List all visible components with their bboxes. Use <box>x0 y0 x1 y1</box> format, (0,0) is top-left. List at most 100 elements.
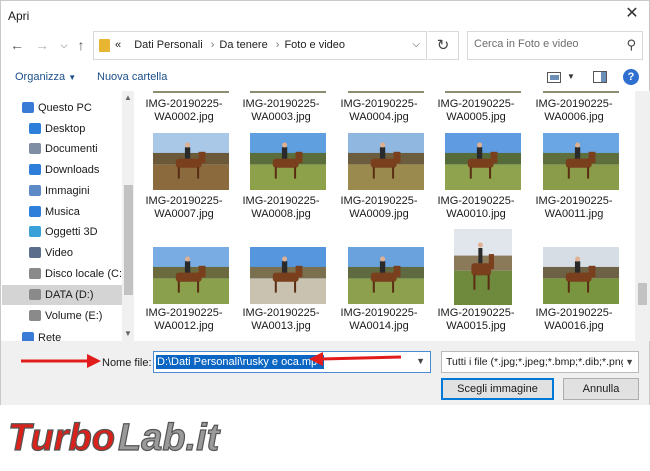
open-image-button[interactable]: Scegli immagine <box>441 378 554 400</box>
refresh-icon[interactable]: ↻ <box>428 31 459 60</box>
turbolab-watermark-logo: Turbo Lab.it <box>8 416 221 459</box>
file-name-line: IMG-20190225- <box>145 195 223 207</box>
file-name-line: IMG-20190225- <box>535 307 613 319</box>
file-name-line: WA0008.jpg <box>251 208 311 220</box>
image-thumbnail <box>153 247 229 304</box>
nav-scroll-thumb[interactable] <box>124 185 133 295</box>
cancel-button[interactable]: Annulla <box>563 378 639 400</box>
file-name-line: IMG-20190225- <box>535 195 613 207</box>
file-name-line: WA0014.jpg <box>349 320 409 332</box>
file-type-chevron-icon[interactable]: ▼ <box>623 357 634 367</box>
nav-item-immagini[interactable]: Immagini <box>2 181 122 201</box>
help-icon[interactable]: ? <box>623 69 639 85</box>
files-scroll-thumb[interactable] <box>638 283 647 305</box>
image-thumbnail <box>153 133 229 190</box>
file-name-line: IMG-20190225- <box>242 307 320 319</box>
image-thumbnail <box>250 133 326 190</box>
nav-item-data-d[interactable]: DATA (D:) <box>2 285 122 305</box>
up-arrow-icon[interactable]: ↑ <box>73 37 89 53</box>
image-thumbnail <box>348 91 424 93</box>
desktop-icon <box>29 123 41 134</box>
file-name-line: IMG-20190225- <box>437 307 515 319</box>
disk-icon <box>29 310 41 321</box>
file-name-line: WA0002.jpg <box>154 111 214 123</box>
nav-item-label: DATA (D:) <box>45 289 94 301</box>
file-name-line: IMG-20190225- <box>437 98 515 110</box>
forward-arrow-icon[interactable]: → <box>34 37 50 53</box>
file-name-line: IMG-20190225- <box>340 307 418 319</box>
annotation-arrow-right-icon <box>21 354 101 368</box>
file-name-line: WA0007.jpg <box>154 208 214 220</box>
change-view-icon[interactable] <box>547 72 561 83</box>
nav-item-oggetti-3d[interactable]: Oggetti 3D <box>2 222 122 242</box>
downloads-icon <box>29 164 41 175</box>
navigation-pane[interactable]: Rete Volume (E:) DATA (D:) Disco locale (C:… <box>2 91 134 341</box>
svg-text:Turbo: Turbo <box>8 417 115 459</box>
image-thumbnail <box>445 91 521 93</box>
disk-icon <box>29 289 41 300</box>
nav-scrollbar[interactable]: ▲ ▼ <box>122 91 134 341</box>
nav-item-label: Volume (E:) <box>45 310 103 322</box>
file-name-line: IMG-20190225- <box>340 195 418 207</box>
open-file-dialog: Apri ✕ ← → ⌵ ↑ « Dati Personali › Da tene… <box>0 0 650 405</box>
breadcrumb-da-tenere[interactable]: Da tenere <box>219 39 267 51</box>
file-name-line: WA0012.jpg <box>154 320 214 332</box>
3d-objects-icon <box>29 226 41 237</box>
filename-label: Nome file: <box>102 357 152 369</box>
image-thumbnail <box>153 91 229 93</box>
filename-history-chevron-icon[interactable]: ▼ <box>416 356 425 366</box>
image-thumbnail <box>445 133 521 190</box>
nav-item-desktop[interactable]: Desktop <box>2 119 122 139</box>
nav-item-label: Questo PC <box>38 102 92 114</box>
pictures-icon <box>29 185 41 196</box>
window-title: Apri <box>8 9 30 23</box>
file-name-line: WA0011.jpg <box>544 208 604 220</box>
file-name-line: WA0015.jpg <box>446 320 506 332</box>
filename-value[interactable]: D:\Dati Personali\rusky e oca.mp4 <box>156 355 325 369</box>
nav-item-volume-e[interactable]: Volume (E:) <box>2 306 122 326</box>
nav-item-label: Disco locale (C:) <box>45 268 126 280</box>
address-bar[interactable]: « Dati Personali › Da tenere › Foto e vide… <box>93 31 427 60</box>
organize-button[interactable]: Organizza ▼ <box>15 71 76 83</box>
file-name-line: WA0016.jpg <box>544 320 604 332</box>
nav-item-label: Oggetti 3D <box>45 226 98 238</box>
search-input[interactable] <box>474 38 614 50</box>
nav-item-label: Musica <box>45 206 80 218</box>
search-box[interactable]: ⚲ <box>467 31 643 60</box>
back-arrow-icon[interactable]: ← <box>9 37 25 53</box>
scroll-up-icon[interactable]: ▲ <box>124 93 132 102</box>
nav-item-video[interactable]: Video <box>2 243 122 263</box>
file-name-line: WA0013.jpg <box>251 320 311 332</box>
nav-item-downloads[interactable]: Downloads <box>2 160 122 180</box>
image-thumbnail <box>543 247 619 304</box>
nav-item-rete[interactable]: Rete <box>2 328 122 341</box>
breadcrumb: « Dati Personali › Da tenere › Foto e vide… <box>115 39 345 51</box>
nav-item-questo-pc[interactable]: Questo PC <box>2 98 122 118</box>
breadcrumb-overflow[interactable]: « <box>115 39 121 51</box>
breadcrumb-foto-e-video[interactable]: Foto e video <box>284 39 345 51</box>
nav-item-musica[interactable]: Musica <box>2 202 122 222</box>
recent-locations-chevron-icon[interactable]: ⌵ <box>56 37 72 53</box>
breadcrumb-dati-personali[interactable]: Dati Personali <box>134 39 202 51</box>
file-type-select[interactable]: Tutti i file (*.jpg;*.jpeg;*.bmp;*.dib;*… <box>441 351 639 373</box>
preview-pane-icon[interactable] <box>593 71 607 83</box>
file-type-value: Tutti i file (*.jpg;*.jpeg;*.bmp;*.dib;*… <box>446 356 627 368</box>
file-name-line: WA0003.jpg <box>251 111 311 123</box>
organize-label: Organizza <box>15 71 66 83</box>
scroll-down-icon[interactable]: ▼ <box>124 329 132 338</box>
nav-item-documenti[interactable]: Documenti <box>2 139 122 159</box>
image-thumbnail <box>250 91 326 93</box>
nav-item-label: Immagini <box>45 185 90 197</box>
file-name-line: WA0009.jpg <box>349 208 409 220</box>
close-icon[interactable]: ✕ <box>623 5 641 23</box>
address-dropdown-icon[interactable]: ⌵ <box>412 39 420 50</box>
music-icon <box>29 206 41 217</box>
nav-item-label: Downloads <box>45 164 100 176</box>
view-options-chevron-icon[interactable]: ▼ <box>567 72 575 81</box>
new-folder-button[interactable]: Nuova cartella <box>97 71 167 83</box>
disk-icon <box>29 268 41 279</box>
nav-item-label: Video <box>45 247 73 259</box>
nav-item-disco-locale-c[interactable]: Disco locale (C:) <box>2 264 126 284</box>
files-scrollbar[interactable] <box>635 91 650 341</box>
file-list[interactable]: IMG-20190225- WA0002.jpg IMG-20190225- WA00… <box>138 91 635 341</box>
